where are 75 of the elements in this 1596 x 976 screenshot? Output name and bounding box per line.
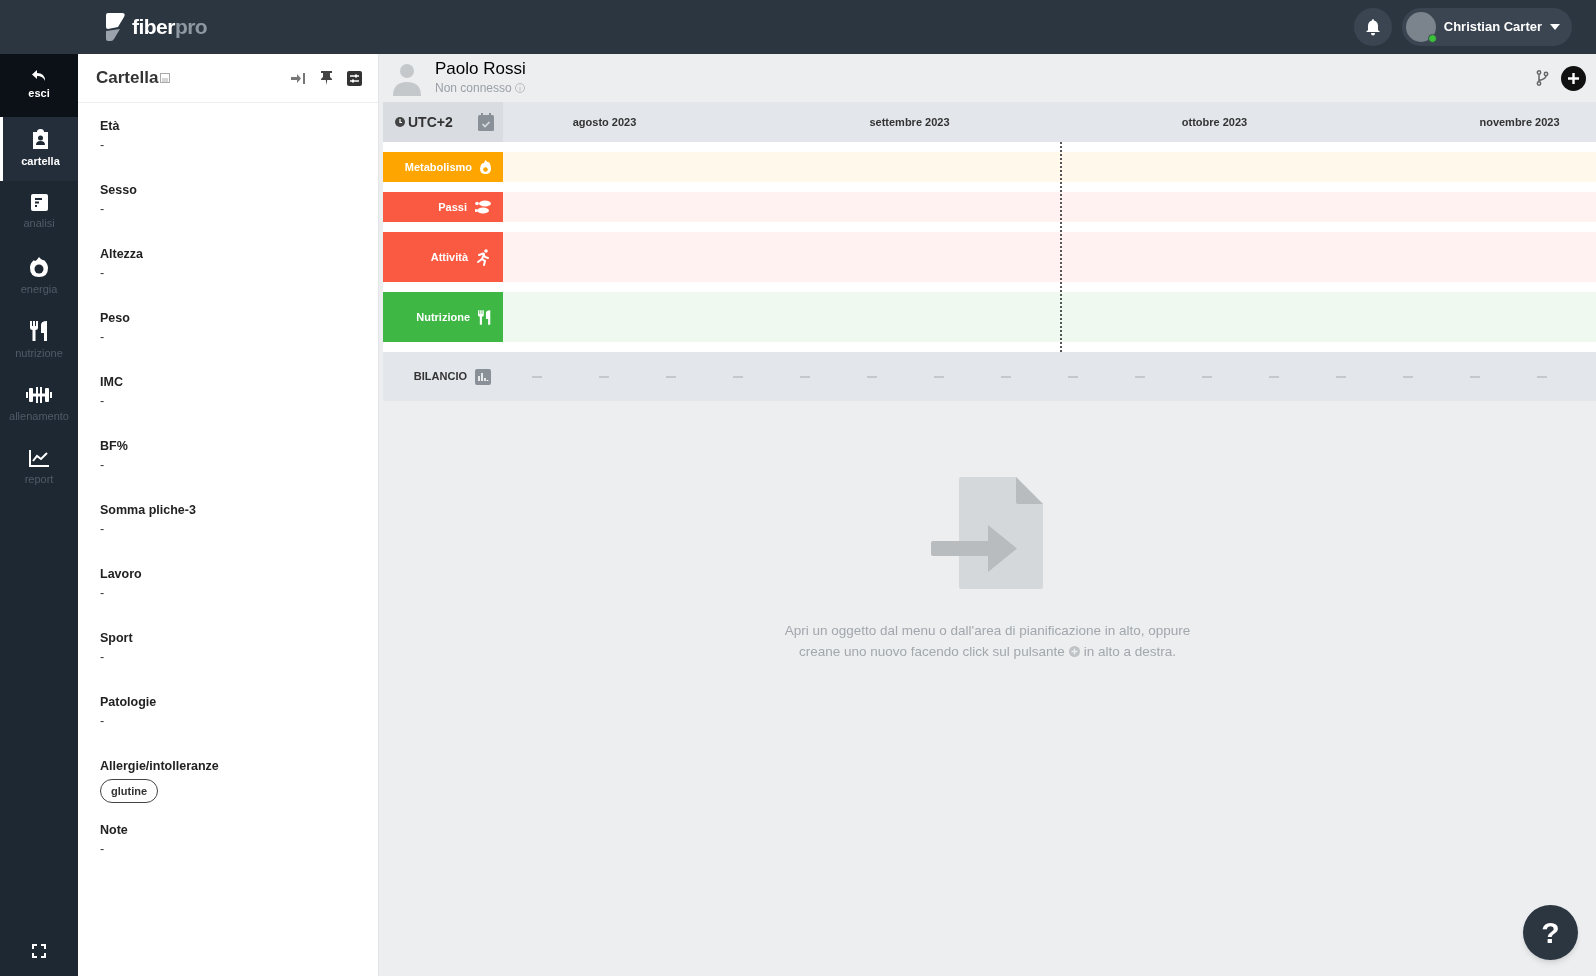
settings-button[interactable] [344, 68, 364, 88]
field-label: BF% [100, 438, 128, 455]
user-menu-button[interactable]: Christian Carter [1401, 8, 1572, 46]
field-label: Note [100, 822, 128, 839]
month-label: agosto 2023 [572, 114, 637, 130]
dumbbell-icon [26, 385, 52, 404]
field-value: - [100, 585, 105, 602]
field-label: Altezza [100, 246, 144, 263]
field-label: Sport [100, 630, 133, 647]
field-value: - [100, 713, 105, 730]
branch-icon [1535, 70, 1549, 86]
timezone-label: UTC+2 [408, 112, 453, 132]
clipboard-person-icon [32, 128, 49, 149]
user-avatar [1405, 12, 1436, 42]
field-label: Peso [100, 310, 130, 327]
flame-icon [30, 256, 48, 277]
field-value: - [100, 841, 105, 858]
field-label: Sesso [100, 182, 137, 199]
field-label: Patologie [100, 694, 157, 711]
balance-label: BILANCIO [413, 369, 467, 385]
patient-status: Non connesso [435, 80, 512, 97]
empty-state-message: in alto a destra. [1083, 643, 1176, 661]
timeline-row-label[interactable]: Attività [383, 232, 503, 282]
document-arrow-icon [931, 477, 1044, 590]
field-value: - [100, 329, 105, 346]
timeline-row-label[interactable]: Metabolismo [383, 152, 503, 182]
empty-state-message: creane uno nuovo facendo click sul pulsante [799, 643, 1065, 661]
brand-logo-icon [104, 13, 126, 41]
plus-icon [1568, 72, 1579, 84]
month-label: novembre 2023 [1479, 114, 1560, 130]
note-icon [160, 73, 171, 83]
flame-icon [480, 160, 491, 174]
timeline-row-label[interactable]: Passi [383, 192, 503, 222]
patient-name: Paolo Rossi [435, 59, 526, 79]
caret-icon [1550, 24, 1560, 30]
field-value: - [100, 393, 105, 410]
brand-name: fiberpro [132, 14, 208, 41]
panel-title: Cartella [96, 67, 159, 90]
field-label: Allergie/intolleranze [100, 758, 219, 775]
help-button[interactable]: ? [1523, 905, 1578, 960]
line-chart-icon [29, 450, 49, 468]
calendar-check-icon [478, 113, 494, 131]
info-icon [514, 83, 525, 93]
back-arrow-icon [32, 69, 46, 82]
bell-icon [1364, 18, 1381, 36]
footprints-icon [475, 200, 491, 214]
field-value: - [100, 649, 105, 666]
fullscreen-icon [32, 944, 46, 958]
field-label: Età [100, 118, 120, 135]
bar-chart-icon [475, 368, 491, 385]
field-label: IMC [100, 374, 123, 391]
document-icon [30, 194, 48, 212]
field-value: - [100, 201, 105, 218]
clock-icon [395, 117, 405, 127]
field-label: Lavoro [100, 566, 142, 583]
empty-state-message: Apri un oggetto dal menu o dall'area di pianificazione in alto, oppure [784, 622, 1191, 640]
pin-icon [320, 71, 332, 85]
sliders-icon [346, 70, 362, 86]
running-figure-icon [476, 248, 491, 266]
field-value: - [100, 457, 105, 474]
fork-knife-icon [30, 320, 48, 341]
add-button[interactable] [1561, 65, 1586, 91]
timeline-row-label[interactable]: Nutrizione [383, 292, 503, 342]
plus-circle-icon [1068, 646, 1080, 657]
month-label: ottobre 2023 [1181, 114, 1248, 130]
nav-item[interactable]: cartella [0, 117, 78, 181]
field-value: - [100, 137, 105, 154]
fork-knife-icon [478, 309, 491, 325]
exit-button[interactable]: esci [0, 54, 78, 117]
month-label: settembre 2023 [869, 114, 950, 130]
field-value: - [100, 265, 105, 282]
field-label: Somma pliche-3 [100, 502, 196, 519]
field-value: - [100, 521, 105, 538]
arrow-to-bar-icon [291, 72, 305, 84]
notifications-button[interactable] [1353, 8, 1392, 46]
